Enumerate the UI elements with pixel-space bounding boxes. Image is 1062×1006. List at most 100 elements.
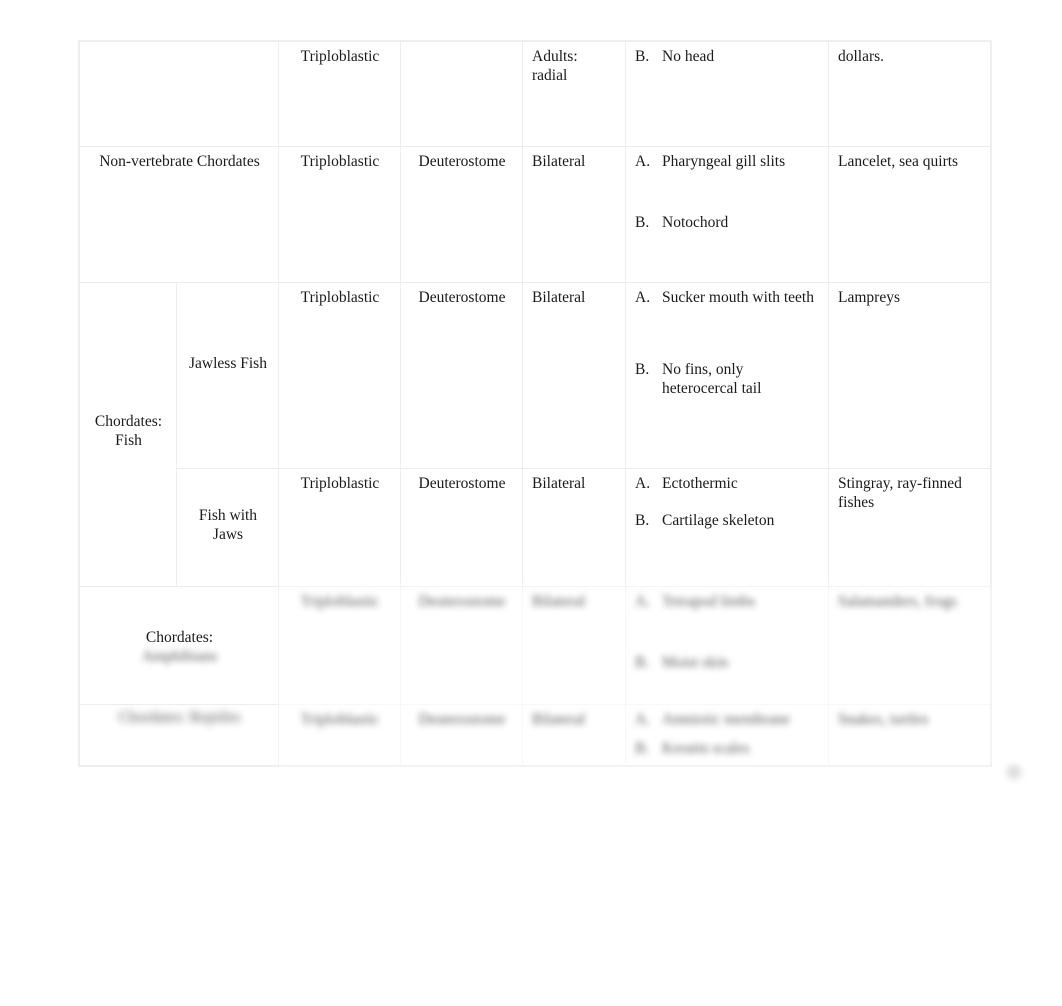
group-label: Non-vertebrate Chordates [99,153,260,170]
symmetry-line-1: Adults: [532,48,578,65]
characteristics-list: A. Tetrapod limbs B. Moist skin [635,593,820,673]
germ-layers-value: Triploblastic [300,711,380,728]
list-item: A. Pharyngeal gill slits [635,153,820,172]
cell-group-chordates-obscured: Chordates: Amphibians [79,586,279,705]
characteristic-text: Moist skin [662,653,728,671]
cell-characteristics: A. Ectothermic B. Cartilage skeleton [625,468,829,587]
group-label-line-1: Chordates: [145,629,214,646]
comparison-table: Triploblastic Adults: radial B. No head [79,41,991,766]
document-page: Triploblastic Adults: radial B. No head [0,0,1062,1006]
list-item: B. No head [635,48,820,67]
group-label-line-2-obscured: Amphibians [141,647,218,665]
cell-subgroup-fish-with-jaws: Fish with Jaws [176,468,279,587]
list-item: A. Ectothermic [635,475,820,494]
cell-development: Deuterostome [400,468,523,587]
examples-value: Snakes, turtles [838,711,929,728]
cell-germ-layers: Triploblastic [278,282,401,469]
development-value: Deuterostome [418,711,506,728]
symmetry-value: Bilateral [532,153,586,170]
list-item: B. Notochord [635,214,820,233]
table-row: Triploblastic Adults: radial B. No head [79,41,991,147]
table-row: Fish with Jaws Triploblastic Deuterostom… [80,468,991,587]
symmetry-value: Bilateral [532,593,586,610]
characteristic-text: Sucker mouth with teeth [662,289,814,306]
cell-group-obscured: Chordates: Reptiles [79,704,279,766]
list-item: B. No fins, only heterocercal tail [635,361,820,399]
germ-layers-value: Triploblastic [300,48,380,65]
cell-examples: dollars. [828,41,991,147]
cell-symmetry: Bilateral [522,146,626,283]
characteristic-text: Pharyngeal gill slits [662,153,786,170]
list-item: A. Sucker mouth with teeth [635,289,820,308]
examples-value: Stingray, ray-finned fishes [838,475,962,511]
cell-group-non-vertebrate-chordates: Non-vertebrate Chordates [79,146,279,283]
characteristic-marker: A. [635,153,651,170]
characteristic-text: Notochord [662,213,729,231]
cell-examples-obscured: Snakes, turtles [828,704,991,766]
characteristic-marker: B. [635,48,650,65]
page-artifact-smudge [1003,763,1025,783]
germ-layers-value: Triploblastic [300,153,380,170]
development-value: Deuterostome [418,289,506,306]
characteristics-list: B. No head [635,48,820,67]
list-item: A. Tetrapod limbs [635,593,820,612]
germ-layers-value: Triploblastic [300,593,380,610]
characteristic-marker: B. [635,213,650,231]
characteristic-text: Tetrapod limbs [662,593,756,610]
characteristic-text: No head [662,48,715,65]
characteristic-text: Keratin scales [662,739,750,757]
cell-examples: Lampreys [828,282,991,469]
cell-development-obscured: Deuterostome [400,704,523,766]
cell-development [400,41,523,147]
characteristics-list: A. Sucker mouth with teeth B. No fins, o… [635,289,820,399]
list-item: B. Moist skin [635,654,820,673]
cell-development: Deuterostome [400,282,523,469]
cell-group-empty [79,41,279,147]
cell-germ-layers-obscured: Triploblastic [278,704,401,766]
characteristic-marker: B. [635,739,650,757]
cell-development-obscured: Deuterostome [400,586,523,705]
cell-symmetry-obscured: Bilateral [522,704,626,766]
cell-group-chordates-fish: Chordates: Fish [79,282,177,587]
cell-subgroup-jawless-fish: Jawless Fish [176,282,279,469]
cell-germ-layers: Triploblastic [278,41,401,147]
cell-examples: Lancelet, sea quirts [828,146,991,283]
list-item: B. Keratin scales [635,740,820,759]
characteristic-marker: A. [635,711,651,728]
table-row-obscured: Chordates: Amphibians Triploblastic Deut… [79,586,991,705]
characteristic-text: Cartilage skeleton [662,511,775,529]
characteristic-marker: B. [635,360,650,378]
cell-symmetry: Bilateral [522,468,626,587]
cell-characteristics: A. Sucker mouth with teeth B. No fins, o… [625,282,829,469]
characteristics-list: A. Amniotic membrane B. Keratin scales [635,711,820,759]
development-value: Deuterostome [418,153,506,170]
characteristic-marker: B. [635,653,650,671]
group-label-line-1: Chordates: [94,413,163,430]
characteristic-marker: A. [635,475,651,492]
characteristic-marker: A. [635,289,651,306]
cell-examples: Stingray, ray-finned fishes [828,468,991,587]
subgroup-label-line-2: Jaws [212,525,244,543]
group-label-line-2: Fish [115,431,142,449]
characteristic-text: Amniotic membrane [662,711,790,728]
subgroup-label-line-1: Fish with [198,507,258,524]
examples-value: Lampreys [838,289,900,306]
symmetry-value: Bilateral [532,711,586,728]
cell-development: Deuterostome [400,146,523,283]
cell-symmetry: Bilateral [522,282,626,469]
group-label-obscured: Chordates: Reptiles [118,709,241,726]
characteristic-text: Ectothermic [662,475,738,492]
development-value: Deuterostome [418,593,506,610]
characteristics-list: A. Pharyngeal gill slits B. Notochord [635,153,820,233]
symmetry-value: Bilateral [532,475,586,492]
cell-germ-layers: Triploblastic [278,468,401,587]
table-row-obscured: Chordates: Reptiles Triploblastic Deuter… [79,704,991,766]
development-value: Deuterostome [418,475,506,492]
examples-value: dollars. [838,48,885,65]
characteristics-list: A. Ectothermic B. Cartilage skeleton [635,475,820,531]
characteristic-marker: B. [635,511,650,529]
characteristic-text: No fins, only heterocercal tail [662,360,762,397]
list-item: A. Amniotic membrane [635,711,820,730]
cell-characteristics: B. No head [625,41,829,147]
cell-examples-obscured: Salamanders, frogs [828,586,991,705]
